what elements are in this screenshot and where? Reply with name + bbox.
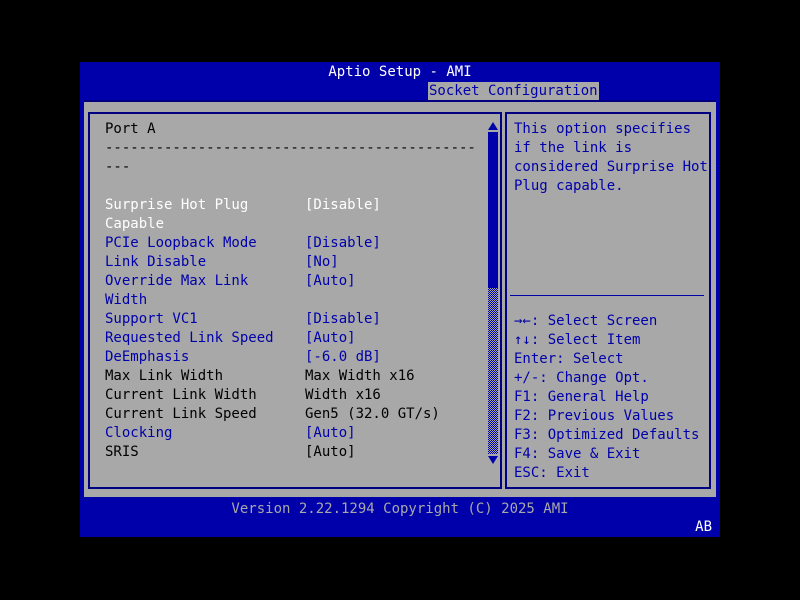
hotkey-esc-exit: ESC: Exit [514,465,590,481]
setting-label: Current Link Speed [105,406,257,422]
hotkey-enter-select: Enter: Select [514,351,624,367]
setting-value: Gen5 (32.0 GT/s) [305,406,440,422]
info-current-link-speed: Current Link Speed Gen5 (32.0 GT/s) [105,405,500,424]
footer-bar: Version 2.22.1294 Copyright (C) 2025 AMI… [80,497,720,537]
help-panel: This option specifies if the link is con… [505,112,711,489]
setting-value: Width x16 [305,387,381,403]
setting-label: Current Link Width [105,387,257,403]
section-title: Port A [105,121,156,137]
setting-value[interactable]: [Auto] [305,424,356,443]
setting-requested-link-speed[interactable]: Requested Link Speed [Auto] [105,329,500,348]
info-current-link-width: Current Link Width Width x16 [105,386,500,405]
tab-bar: Socket Configuration [80,82,720,100]
hotkey-select-item: ↑↓: Select Item [514,332,641,348]
main-area: Port A ---------------------------------… [84,100,716,497]
setting-value[interactable]: [No] [305,253,339,272]
setting-label: Support VC1 [105,311,198,327]
setting-value[interactable]: [Auto] [305,329,356,348]
setting-support-vc1[interactable]: Support VC1 [Disable] [105,310,500,329]
scroll-down-icon[interactable] [488,454,498,466]
setting-value[interactable]: [Disable] [305,234,381,253]
setting-label: Max Link Width [105,368,224,384]
version-text: Version 2.22.1294 Copyright (C) 2025 AMI [231,501,569,517]
section-divider-line1: ----------------------------------------… [105,140,476,156]
tab-socket-configuration[interactable]: Socket Configuration [428,82,599,100]
section-divider-line2: --- [105,159,131,175]
scrollbar-thumb[interactable] [488,132,498,288]
hotkey-legend: →←: Select Screen ↑↓: Select Item Enter:… [507,296,709,483]
scrollbar[interactable] [488,120,498,466]
info-max-link-width: Max Link Width Max Width x16 [105,367,500,386]
setting-label: SRIS [105,444,139,460]
setting-value[interactable]: [Auto] [305,272,356,291]
setting-deemphasis[interactable]: DeEmphasis [-6.0 dB] [105,348,500,367]
setting-label: Surprise Hot Plug Capable [105,197,249,232]
bios-window: Aptio Setup - AMI Socket Configuration P… [80,62,720,537]
scrollbar-track[interactable] [488,288,498,454]
setting-value[interactable]: [Disable] [305,310,381,329]
setting-label: DeEmphasis [105,349,190,365]
setting-value[interactable]: [-6.0 dB] [305,348,381,367]
hotkey-change-opt: +/-: Change Opt. [514,370,649,386]
setting-value: Max Width x16 [305,368,415,384]
build-badge: AB [695,519,712,535]
hotkey-f3-optimized-defaults: F3: Optimized Defaults [514,427,700,443]
hotkey-f1-general-help: F1: General Help [514,389,649,405]
scroll-up-icon[interactable] [488,120,498,132]
settings-panel: Port A ---------------------------------… [88,112,502,489]
hotkey-f2-previous-values: F2: Previous Values [514,408,675,424]
bios-screen: Aptio Setup - AMI Socket Configuration P… [0,0,800,600]
help-text: This option specifies if the link is con… [514,121,708,194]
hotkey-select-screen: →←: Select Screen [514,313,658,329]
hotkey-f4-save-exit: F4: Save & Exit [514,446,641,462]
setting-label: PCIe Loopback Mode [105,235,257,251]
window-title: Aptio Setup - AMI [328,64,472,80]
setting-value[interactable]: [Disable] [305,196,381,215]
setting-override-max-link-width[interactable]: Override Max Link Width [Auto] [105,272,500,310]
help-area: This option specifies if the link is con… [507,114,709,295]
setting-label: Link Disable [105,254,207,270]
setting-sris: SRIS [Auto] [105,443,500,462]
setting-label: Clocking [105,425,173,441]
setting-value: [Auto] [305,444,356,460]
setting-clocking[interactable]: Clocking [Auto] [105,424,500,443]
setting-surprise-hot-plug-capable[interactable]: Surprise Hot Plug Capable [Disable] [105,196,500,234]
setting-label: Override Max Link Width [105,273,249,308]
setting-pcie-loopback-mode[interactable]: PCIe Loopback Mode [Disable] [105,234,500,253]
setting-link-disable[interactable]: Link Disable [No] [105,253,500,272]
setting-label: Requested Link Speed [105,330,274,346]
